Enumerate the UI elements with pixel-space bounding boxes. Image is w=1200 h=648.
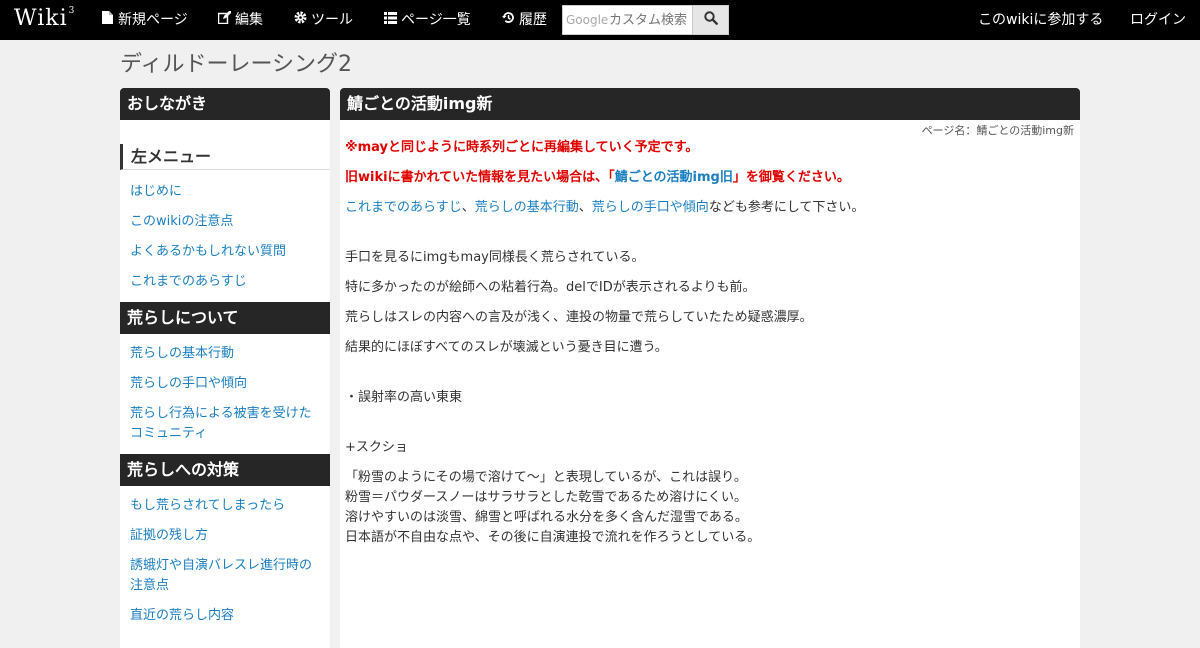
history-icon	[501, 0, 515, 40]
search-button[interactable]	[692, 5, 729, 35]
sidebar-item-if-trolled[interactable]: もし荒らされてしまったら	[120, 496, 330, 516]
gear-icon	[293, 0, 307, 40]
sidebar-heading-trolling: 荒らしについて	[120, 302, 330, 334]
nav-tools[interactable]: ツール	[293, 0, 353, 40]
main-content: 鯖ごとの活動img新 ページ名：鯖ごとの活動img新 ※mayと同じように時系列…	[340, 88, 1080, 648]
sidebar-item-victim-communities[interactable]: 荒らし行為による被害を受けたコミュニティ	[120, 404, 330, 444]
search-icon	[703, 11, 718, 29]
list-icon	[383, 0, 397, 40]
sidebar: おしながき 左メニュー はじめに このwikiの注意点 よくあるかもしれない質問…	[120, 88, 330, 648]
sidebar-item-recent[interactable]: 直近の荒らし内容	[120, 606, 330, 626]
paragraph-block: 「粉雪のようにその場で溶けて～」と表現しているが、これは誤り。 粉雪＝パウダース…	[345, 470, 761, 545]
paragraph: 結果的にほぼすべてのスレが壊滅という憂き目に遭う。	[345, 340, 668, 355]
sidebar-item-cautions[interactable]: 誘蛾灯や自演バレスレ進行時の注意点	[120, 556, 330, 596]
sidebar-subheading-left-menu: 左メニュー	[120, 144, 330, 170]
ref-link-story[interactable]: これまでのあらすじ	[345, 200, 462, 215]
reference-line: これまでのあらすじ、荒らしの基本行動、荒らしの手口や傾向なども参考にして下さい。	[345, 200, 865, 215]
sidebar-heading-menu: おしながき	[120, 88, 330, 120]
file-icon	[100, 0, 114, 40]
login-link[interactable]: ログイン	[1130, 0, 1186, 40]
ref-link-methods[interactable]: 荒らしの手口や傾向	[592, 200, 709, 215]
sidebar-heading-countermeasures: 荒らしへの対策	[120, 454, 330, 486]
edit-icon	[217, 0, 232, 40]
nav-edit[interactable]: 編集	[217, 0, 263, 40]
paragraph: 荒らしはスレの内容への言及が浅く、連投の物量で荒らしていたため疑惑濃厚。	[345, 310, 813, 325]
top-navbar: Wiki3 新規ページ 編集 ツール ページ一覧 履歴 Google このwik…	[0, 0, 1200, 40]
sidebar-item-intro[interactable]: はじめに	[120, 182, 330, 202]
join-wiki-link[interactable]: このwikiに参加する	[978, 0, 1103, 40]
ref-link-basic[interactable]: 荒らしの基本行動	[475, 200, 579, 215]
screenshot-toggle[interactable]: +スクショ	[345, 438, 1075, 458]
site-logo[interactable]: Wiki3	[14, 6, 75, 31]
search-input[interactable]	[563, 6, 692, 34]
article-title: 鯖ごとの活動img新	[340, 88, 1080, 120]
notice-old-wiki: 旧wikiに書かれていた情報を見たい場合は、「鯖ごとの活動img旧」を御覧くださ…	[345, 170, 850, 185]
sidebar-item-basic-behavior[interactable]: 荒らしの基本行動	[120, 344, 330, 364]
sidebar-item-evidence[interactable]: 証拠の残し方	[120, 526, 330, 546]
sidebar-item-story[interactable]: これまでのあらすじ	[120, 272, 330, 292]
paragraph: ・誤射率の高い東東	[345, 390, 463, 405]
notice-reedit: ※mayと同じように時系列ごとに再編集していく予定です。	[345, 140, 699, 155]
sidebar-item-notes[interactable]: このwikiの注意点	[120, 212, 330, 232]
nav-page-list[interactable]: ページ一覧	[383, 0, 471, 40]
page-name-label: ページ名：鯖ごとの活動img新	[921, 124, 1074, 137]
old-activity-link[interactable]: 鯖ごとの活動img旧	[615, 170, 733, 185]
page-title[interactable]: ディルドーレーシング2	[120, 46, 352, 78]
sidebar-item-methods[interactable]: 荒らしの手口や傾向	[120, 374, 330, 394]
sidebar-item-faq[interactable]: よくあるかもしれない質問	[120, 242, 330, 262]
paragraph: 手口を見るにimgもmay同様長く荒らされている。	[345, 250, 645, 265]
paragraph: 特に多かったのが絵師への粘着行為。delでIDが表示されるよりも前。	[345, 280, 756, 295]
nav-history[interactable]: 履歴	[501, 0, 547, 40]
article-body: ※mayと同じように時系列ごとに再編集していく予定です。 旧wikiに書かれてい…	[340, 138, 1080, 548]
nav-new-page[interactable]: 新規ページ	[100, 0, 188, 40]
search-field[interactable]: Google	[562, 5, 692, 35]
